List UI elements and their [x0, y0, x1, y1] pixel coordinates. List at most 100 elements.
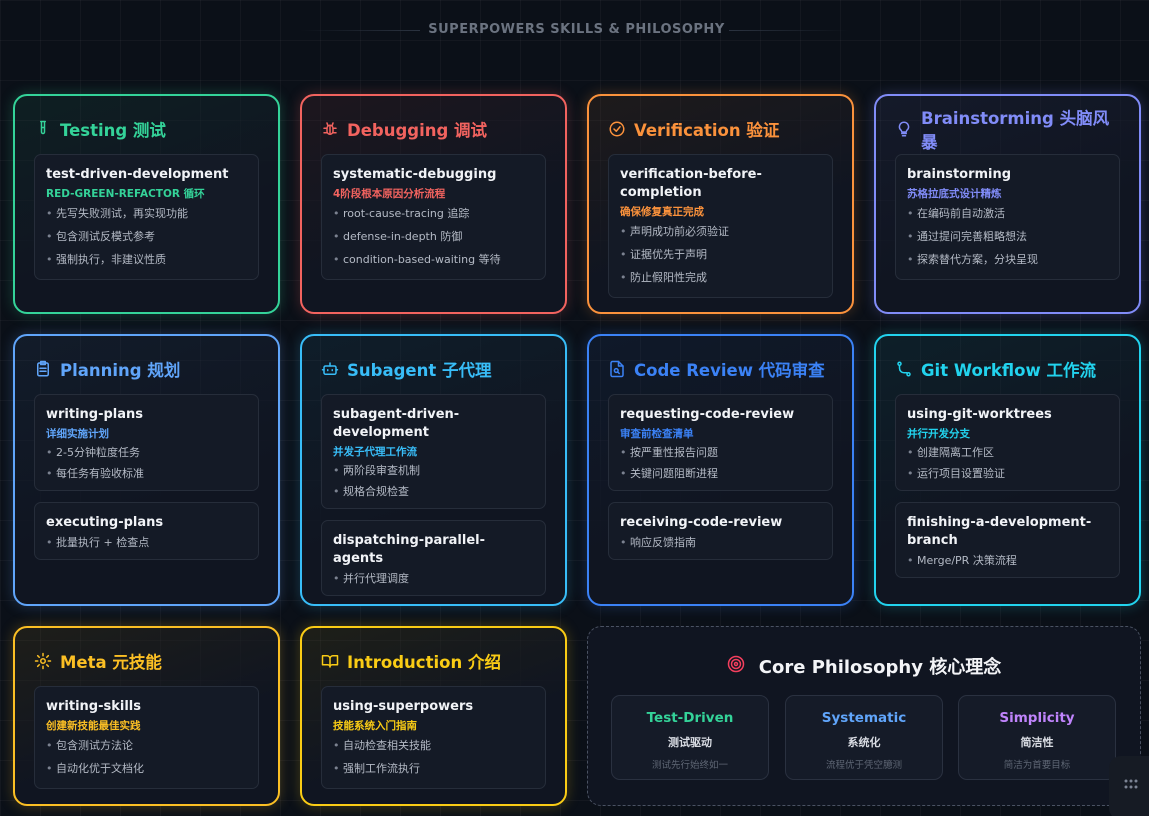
file-search-icon [608, 360, 626, 378]
skill-subtitle: 确保修复真正完成 [620, 206, 704, 218]
skill-bullet: 自动化优于文档化 [46, 757, 247, 780]
philosophy-item-subtitle: 系统化 [847, 736, 881, 749]
skill-bullet: 2-5分钟粒度任务 [46, 442, 247, 463]
skill-name: test-driven-development [46, 167, 229, 182]
philosophy-item-title: Simplicity [999, 710, 1075, 726]
skill-bullet: 关键问题阻断进程 [620, 463, 821, 484]
philosophy-item-systematic: Systematic 系统化 流程优于凭空臆测 [785, 695, 943, 780]
skill-bullet: 批量执行 + 检查点 [46, 532, 247, 553]
skill-item[interactable]: using-superpowers 技能系统入门指南自动检查相关技能强制工作流执行 [321, 686, 546, 789]
skill-bullet: 通过提问完善粗略想法 [907, 225, 1108, 248]
skill-bullet: defense-in-depth 防御 [333, 225, 534, 248]
skill-card-planning: Planning 规划 writing-plans 详细实施计划 2-5分钟粒度任务每… [13, 334, 280, 606]
skill-item[interactable]: executing-plans 批量执行 + 检查点 [34, 502, 259, 560]
skill-bullet: 并行代理调度 [333, 568, 534, 589]
card-header: Subagent 子代理 [321, 358, 546, 380]
page-title: SUPERPOWERS SKILLS & PHILOSOPHY [428, 22, 725, 37]
robot-icon [321, 360, 339, 378]
skill-bullet: Merge/PR 决策流程 [907, 550, 1108, 571]
skill-item[interactable]: writing-skills 创建新技能最佳实践包含测试方法论自动化优于文档化 [34, 686, 259, 789]
skill-bullet: 运行项目设置验证 [907, 463, 1108, 484]
philosophy-header: Core Philosophy 核心理念 [588, 653, 1140, 679]
skill-item[interactable]: test-driven-development RED-GREEN-REFACTO… [34, 154, 259, 280]
skill-bullet: 每任务有验收标准 [46, 463, 247, 484]
skill-card-git: Git Workflow 工作流 using-git-worktrees 并行开发分… [874, 334, 1141, 606]
skill-item[interactable]: requesting-code-review 审查前检查清单按严重性报告问题关键问… [608, 394, 833, 491]
skill-name: systematic-debugging [333, 167, 497, 182]
skill-bullet: 探索替代方案，分块呈现 [907, 248, 1108, 271]
card-header: Introduction 介绍 [321, 650, 546, 672]
skill-item[interactable]: subagent-driven-development 并发子代理工作流两阶段审查… [321, 394, 546, 509]
card-header: Git Workflow 工作流 [895, 358, 1120, 380]
skill-bullet: root-cause-tracing 追踪 [333, 202, 534, 225]
git-branch-icon [895, 360, 913, 378]
test-tube-icon [34, 120, 52, 138]
skill-card-testing: Testing 测试 test-driven-development RED-GRE… [13, 94, 280, 314]
floating-menu-button[interactable] [1109, 756, 1149, 816]
skill-name: writing-skills [46, 699, 141, 714]
skill-item[interactable]: receiving-code-review 响应反馈指南 [608, 502, 833, 560]
card-title: Planning 规划 [60, 361, 181, 380]
skill-subtitle: 并发子代理工作流 [333, 446, 417, 458]
skill-item[interactable]: systematic-debugging 4阶段根本原因分析流程 root-caus… [321, 154, 546, 280]
skill-item[interactable]: dispatching-parallel-agents并行代理调度 [321, 520, 546, 596]
card-title: Verification 验证 [634, 121, 780, 140]
philosophy-item-subtitle: 简洁性 [1020, 736, 1054, 749]
card-header: Meta 元技能 [34, 650, 259, 672]
title-rule-right [729, 30, 849, 31]
card-header: Code Review 代码审查 [608, 358, 833, 380]
philosophy-title: Core Philosophy 核心理念 [758, 657, 1002, 678]
skill-card-codereview: Code Review 代码审查 requesting-code-review 审查… [587, 334, 854, 606]
skill-bullet: 两阶段审查机制 [333, 460, 534, 481]
skill-subtitle: RED-GREEN-REFACTOR 循环 [46, 188, 205, 200]
grid-dots-icon [1124, 774, 1138, 816]
skill-card-debugging: Debugging 调试 systematic-debugging 4阶段根本原因分… [300, 94, 567, 314]
target-icon [727, 655, 749, 677]
skill-item[interactable]: writing-plans 详细实施计划 2-5分钟粒度任务每任务有验收标准 [34, 394, 259, 491]
philosophy-item-subtitle: 测试驱动 [668, 736, 712, 749]
skill-bullet: condition-based-waiting 等待 [333, 248, 534, 271]
skill-subtitle: 创建新技能最佳实践 [46, 720, 141, 732]
skill-bullet: 先写失败测试，再实现功能 [46, 202, 247, 225]
skill-item[interactable]: brainstorming 苏格拉底式设计精炼在编码前自动激活通过提问完善粗略想法… [895, 154, 1120, 280]
philosophy-item-description: 简洁为首要目标 [1003, 760, 1071, 771]
skill-card-brainstorming: Brainstorming 头脑风暴 brainstorming 苏格拉底式设计精炼… [874, 94, 1141, 314]
skill-item[interactable]: finishing-a-development-branchMerge/PR 决… [895, 502, 1120, 578]
skill-subtitle: 并行开发分支 [907, 428, 970, 440]
skill-bullet: 声明成功前必须验证 [620, 220, 821, 243]
skill-card-intro: Introduction 介绍 using-superpowers 技能系统入门指南… [300, 626, 567, 806]
skill-name: receiving-code-review [620, 515, 783, 530]
skill-bullet: 规格合规检查 [333, 481, 534, 502]
skill-subtitle: 审查前检查清单 [620, 428, 694, 440]
card-header: Planning 规划 [34, 358, 259, 380]
skill-name: finishing-a-development-branch [907, 515, 1092, 548]
lightbulb-icon [895, 120, 913, 138]
card-title: Testing 测试 [60, 121, 166, 140]
skill-item[interactable]: using-git-worktrees 并行开发分支创建隔离工作区运行项目设置验证 [895, 394, 1120, 491]
skill-bullet: 自动检查相关技能 [333, 734, 534, 757]
skill-bullet: 按严重性报告问题 [620, 442, 821, 463]
skill-subtitle: 4阶段根本原因分析流程 [333, 188, 446, 200]
skill-item[interactable]: verification-before-completion 确保修复真正完成声明… [608, 154, 833, 298]
skill-bullet: 证据优先于声明 [620, 243, 821, 266]
philosophy-item-description: 测试先行始终如一 [651, 760, 728, 771]
skill-bullet: 包含测试方法论 [46, 734, 247, 757]
card-header: Brainstorming 头脑风暴 [895, 109, 1120, 152]
skill-bullet: 防止假阳性完成 [620, 266, 821, 289]
skill-bullet: 包含测试反模式参考 [46, 225, 247, 248]
skill-name: executing-plans [46, 515, 164, 530]
philosophy-item-title: Systematic [821, 710, 907, 726]
skill-subtitle: 技能系统入门指南 [333, 720, 417, 732]
skill-card-subagent: Subagent 子代理 subagent-driven-development 并… [300, 334, 567, 606]
philosophy-item-test-driven: Test-Driven 测试驱动 测试先行始终如一 [611, 695, 769, 780]
skill-bullet: 在编码前自动激活 [907, 202, 1108, 225]
card-title: Introduction 介绍 [347, 653, 501, 672]
card-header: Testing 测试 [34, 118, 259, 140]
skill-subtitle: 苏格拉底式设计精炼 [907, 188, 1002, 200]
card-title: Meta 元技能 [60, 653, 162, 672]
skill-name: dispatching-parallel-agents [333, 533, 486, 566]
skill-name: verification-before-completion [620, 167, 762, 200]
clipboard-icon [34, 360, 52, 378]
skill-name: writing-plans [46, 407, 144, 422]
check-circle-icon [608, 120, 626, 138]
